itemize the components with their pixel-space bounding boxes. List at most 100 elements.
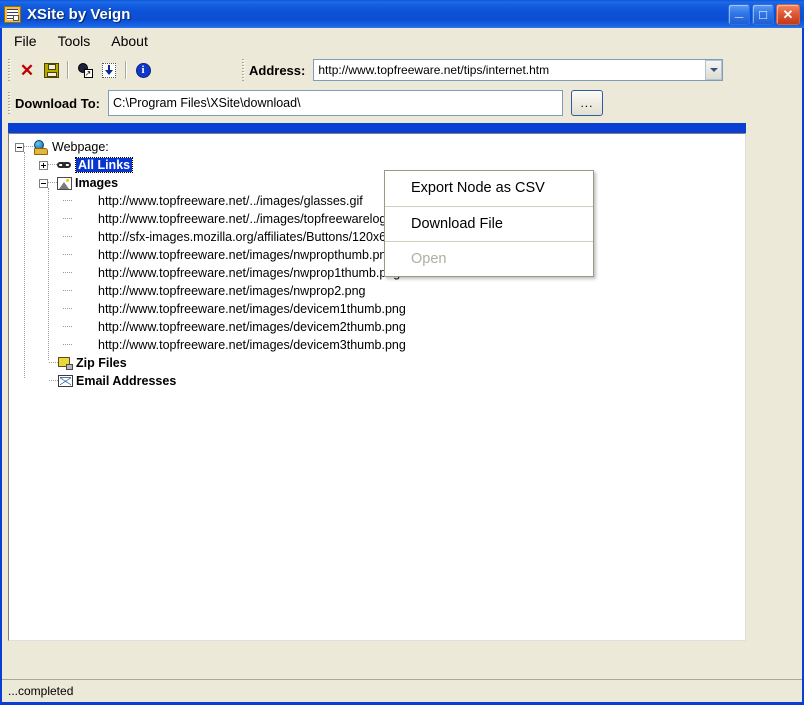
title-bar: XSite by Veign _ □ ✕	[0, 0, 804, 28]
status-bar: ...completed	[2, 679, 802, 702]
icon-toolbar: ✕ ↗ i	[6, 56, 234, 84]
tree-connector	[49, 380, 58, 382]
menu-about[interactable]: About	[102, 31, 157, 51]
tree-leaf-image[interactable]: http://www.topfreeware.net/../images/top…	[15, 210, 745, 228]
maximize-button[interactable]: □	[752, 3, 774, 25]
menu-file[interactable]: File	[5, 31, 46, 51]
save-button[interactable]	[39, 58, 63, 82]
app-icon	[4, 5, 21, 23]
image-url: http://www.topfreeware.net/../images/gla…	[98, 194, 363, 208]
close-icon: ✕	[782, 6, 794, 22]
tree-connector	[48, 182, 57, 184]
picture-icon	[57, 176, 72, 190]
application-window: XSite by Veign _ □ ✕ File Tools About ✕	[0, 0, 804, 705]
link-tree: Webpage: All Links Images http://www.top…	[9, 134, 745, 390]
image-url: http://www.topfreeware.net/images/device…	[98, 302, 406, 316]
browse-button[interactable]: ...	[570, 90, 603, 116]
collapse-toggle-root[interactable]	[15, 142, 24, 152]
globe-folder-icon	[33, 139, 49, 155]
right-filler	[746, 123, 802, 641]
red-x-icon: ✕	[19, 60, 35, 80]
tree-label-all-links: All Links	[74, 157, 134, 173]
tree-leaf-image[interactable]: http://www.topfreeware.net/images/device…	[15, 300, 745, 318]
bottom-filler	[2, 641, 802, 679]
floppy-save-icon	[43, 62, 59, 78]
tree-connector	[24, 146, 33, 148]
globe-arrow-icon: ↗	[77, 62, 93, 78]
close-button[interactable]: ✕	[776, 3, 800, 25]
download-to-label: Download To:	[15, 95, 100, 111]
tree-connector	[63, 272, 72, 274]
tree-label-root: Webpage:	[52, 140, 109, 154]
info-circle-icon: i	[135, 62, 151, 78]
download-button[interactable]	[97, 58, 121, 82]
tree-connector	[63, 344, 72, 346]
tree-connector	[63, 308, 72, 310]
address-input[interactable]: http://www.topfreeware.net/tips/internet…	[313, 59, 724, 81]
tree-label-email-addresses: Email Addresses	[76, 374, 177, 388]
image-url: http://www.topfreeware.net/images/nwprop…	[98, 248, 394, 262]
image-url: http://www.topfreeware.net/../images/top…	[98, 212, 410, 226]
address-label: Address:	[249, 62, 306, 78]
minimize-icon: _	[734, 2, 744, 20]
maximize-icon: □	[759, 6, 767, 22]
window-title: XSite by Veign	[27, 5, 131, 23]
context-menu-item-export-csv[interactable]: Export Node as CSV	[385, 171, 593, 206]
toolbar-separator	[125, 61, 127, 79]
tree-leaf-image[interactable]: http://www.topfreeware.net/images/nwprop…	[15, 264, 745, 282]
download-to-input[interactable]: C:\Program Files\XSite\download\	[107, 90, 563, 116]
collapse-toggle-images[interactable]	[39, 178, 48, 188]
tree-connector	[63, 290, 72, 292]
tree-leaf-image[interactable]: http://www.topfreeware.net/images/device…	[15, 336, 745, 354]
toolbar-gripper[interactable]	[8, 59, 12, 81]
tree-connector	[63, 200, 72, 202]
image-url: http://www.topfreeware.net/images/device…	[98, 338, 406, 352]
tree-leaf-image[interactable]: http://www.topfreeware.net/images/nwprop…	[15, 282, 745, 300]
image-url: http://www.topfreeware.net/images/nwprop…	[98, 266, 401, 280]
tree-leaf-image[interactable]: http://www.topfreeware.net/../images/gla…	[15, 192, 745, 210]
tree-connector	[63, 254, 72, 256]
tree-row-all-links[interactable]: All Links	[15, 156, 745, 174]
tree-connector	[49, 362, 58, 364]
context-menu-item-open: Open	[385, 241, 593, 276]
address-combo[interactable]: http://www.topfreeware.net/tips/internet…	[313, 59, 724, 81]
context-menu-item-download-file[interactable]: Download File	[385, 206, 593, 241]
toolbar-area: ✕ ↗ i Address: http://www.topfreeware.ne…	[2, 53, 802, 123]
image-url: http://www.topfreeware.net/images/nwprop…	[98, 284, 366, 298]
tree-label-images: Images	[75, 176, 119, 190]
download-arrow-icon	[102, 62, 116, 78]
tree-label-zip-files: Zip Files	[76, 356, 127, 370]
tree-row-email-addresses[interactable]: Email Addresses	[15, 372, 745, 390]
tree-leaf-image[interactable]: http://www.topfreeware.net/images/device…	[15, 318, 745, 336]
tree-row-zip-files[interactable]: Zip Files	[15, 354, 745, 372]
stop-button[interactable]: ✕	[15, 58, 39, 82]
tree-panel[interactable]: Webpage: All Links Images http://www.top…	[8, 133, 746, 641]
envelope-icon	[58, 375, 73, 387]
info-button[interactable]: i	[131, 58, 155, 82]
tree-leaf-image[interactable]: http://sfx-images.mozilla.org/affiliates…	[15, 228, 745, 246]
minimize-button[interactable]: _	[728, 2, 750, 25]
context-menu: Export Node as CSV Download File Open	[384, 170, 594, 277]
tree-connector	[63, 218, 72, 220]
tree-row-root[interactable]: Webpage:	[15, 138, 745, 156]
zip-file-icon	[58, 356, 73, 370]
window-controls: _ □ ✕	[728, 2, 800, 25]
extract-links-button[interactable]: ↗	[73, 58, 97, 82]
chain-link-icon	[57, 158, 73, 173]
chevron-down-icon[interactable]	[705, 60, 723, 80]
tree-connector	[63, 236, 72, 238]
toolbar-separator	[67, 61, 69, 79]
download-to-gripper[interactable]	[8, 92, 12, 114]
address-bar: Address: http://www.topfreeware.net/tips…	[240, 56, 724, 84]
menu-bar: File Tools About	[2, 28, 802, 53]
tree-row-images[interactable]: Images	[15, 174, 745, 192]
expand-toggle-all-links[interactable]	[39, 160, 48, 170]
tree-connector	[63, 326, 72, 328]
menu-tools[interactable]: Tools	[49, 31, 100, 51]
status-text: ...completed	[8, 684, 74, 698]
tree-leaf-image[interactable]: http://www.topfreeware.net/images/nwprop…	[15, 246, 745, 264]
address-gripper[interactable]	[242, 59, 246, 81]
download-to-bar: Download To: C:\Program Files\XSite\down…	[6, 89, 798, 117]
tree-connector	[48, 164, 57, 166]
image-url: http://www.topfreeware.net/images/device…	[98, 320, 406, 334]
